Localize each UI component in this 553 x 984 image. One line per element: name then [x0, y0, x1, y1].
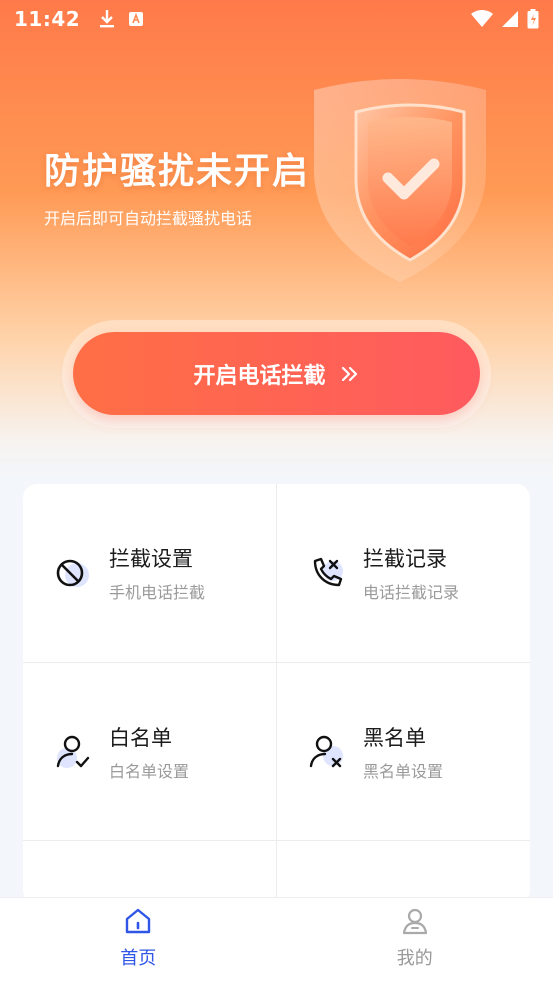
bottom-tab-bar: 首页 我的 — [0, 897, 553, 984]
feature-subtitle: 手机电话拦截 — [109, 583, 206, 602]
tab-home[interactable]: 首页 — [0, 898, 277, 984]
feature-blacklist[interactable]: 黑名单 黑名单设置 — [277, 663, 530, 841]
download-icon — [98, 9, 116, 29]
feature-subtitle: 黑名单设置 — [363, 762, 444, 781]
profile-icon — [400, 906, 430, 940]
home-icon — [123, 906, 153, 940]
user-x-icon — [307, 732, 347, 772]
feature-block-records[interactable]: 拦截记录 电话拦截记录 — [277, 484, 530, 662]
feature-title: 拦截设置 — [109, 547, 193, 571]
feature-title: 拦截记录 — [363, 547, 447, 571]
user-check-icon — [53, 732, 93, 772]
tab-label: 首页 — [120, 948, 157, 969]
feature-subtitle: 白名单设置 — [109, 762, 190, 781]
feature-block-settings[interactable]: 拦截设置 手机电话拦截 — [23, 484, 276, 662]
feature-title: 白名单 — [109, 726, 172, 750]
app-notification-icon — [128, 11, 144, 27]
double-chevron-right-icon — [340, 364, 360, 384]
feature-grid: 拦截设置 手机电话拦截 拦截记录 电话拦截记录 白名单 白名单设置 黑名单 黑名… — [23, 484, 530, 904]
hero-banner: 11:42 防护骚扰未开启 开启后即可自动拦截骚扰电话 开启电话拦截 — [0, 0, 553, 480]
block-icon — [53, 553, 93, 593]
hero-subtitle: 开启后即可自动拦截骚扰电话 — [44, 209, 253, 228]
feature-title: 黑名单 — [363, 726, 426, 750]
enable-call-blocking-button[interactable]: 开启电话拦截 — [73, 332, 480, 415]
status-time: 11:42 — [14, 7, 81, 31]
status-bar: 11:42 — [0, 0, 553, 38]
cta-label: 开启电话拦截 — [193, 363, 326, 389]
hero-title: 防护骚扰未开启 — [44, 151, 311, 192]
wifi-icon — [471, 10, 493, 28]
feature-whitelist[interactable]: 白名单 白名单设置 — [23, 663, 276, 841]
tab-label: 我的 — [396, 948, 433, 969]
phone-blocked-icon — [307, 553, 347, 593]
feature-subtitle: 电话拦截记录 — [363, 583, 460, 602]
signal-icon — [501, 10, 519, 28]
tab-profile[interactable]: 我的 — [277, 898, 553, 984]
battery-icon — [527, 9, 539, 29]
shield-illustration — [300, 60, 550, 290]
